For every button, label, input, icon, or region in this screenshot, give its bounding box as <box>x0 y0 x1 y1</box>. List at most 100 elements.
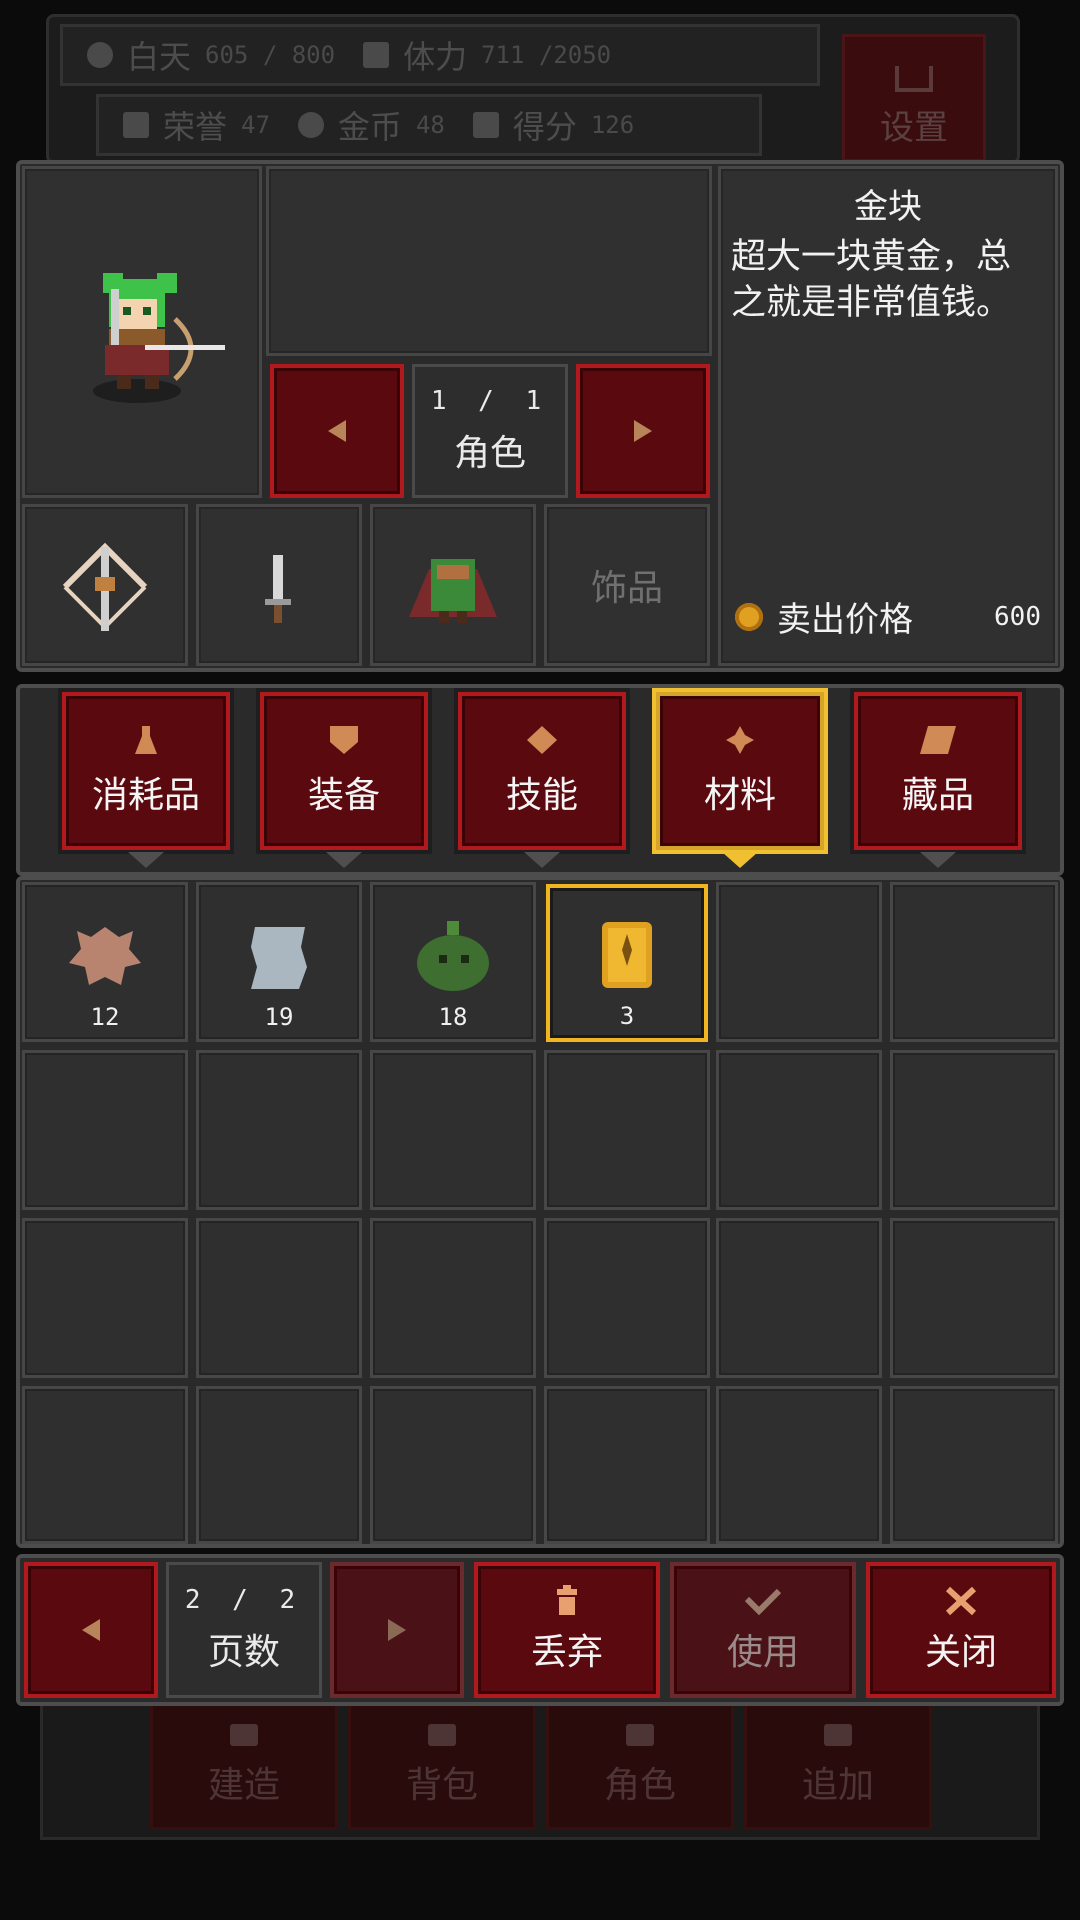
trophy-icon <box>472 112 499 138</box>
character-page-indicator: 1 / 1 角色 <box>412 364 568 498</box>
score-label: 得分 <box>512 108 577 146</box>
tab-indicator-arrow <box>128 852 164 868</box>
inventory-slot-selected[interactable]: 3 <box>546 884 708 1042</box>
bottom-nav-bag[interactable]: 背包 <box>348 1702 536 1830</box>
gold-label: 金币 <box>337 108 402 146</box>
crossbow-icon <box>62 542 148 631</box>
inventory-slot-empty[interactable] <box>890 882 1058 1042</box>
shield-icon <box>330 726 358 754</box>
inventory-slot-empty[interactable] <box>716 882 882 1042</box>
lightning-icon <box>363 42 390 68</box>
tab-collectibles[interactable]: 藏品 <box>854 692 1022 850</box>
page-prev-button[interactable] <box>24 1562 158 1698</box>
inventory-slot-empty[interactable] <box>370 1218 536 1378</box>
shield-icon <box>626 1724 654 1746</box>
inventory-slot-empty[interactable] <box>370 1386 536 1544</box>
inventory-slot-empty[interactable] <box>196 1218 362 1378</box>
settings-button[interactable]: 设置 <box>842 34 986 162</box>
day-stamina-bar: 白天 605 / 800 体力 711 /2050 <box>60 24 820 86</box>
inventory-slot-empty[interactable] <box>196 1386 362 1544</box>
inventory-slot-empty[interactable] <box>22 1218 188 1378</box>
equip-slot-accessory[interactable]: 饰品 <box>544 504 710 666</box>
tab-label: 材料 <box>703 775 776 816</box>
inventory-slot-empty[interactable] <box>22 1386 188 1544</box>
stamina-value: 711 /2050 <box>481 41 612 69</box>
inventory-slot-empty[interactable] <box>716 1386 882 1544</box>
character-page-number: 1 / 1 <box>430 386 550 416</box>
tab-indicator-arrow <box>920 852 956 868</box>
gold-value: 48 <box>415 111 445 139</box>
inventory-slot-empty[interactable] <box>890 1050 1058 1210</box>
item-name: 金块 <box>854 187 922 227</box>
close-icon <box>945 1586 977 1616</box>
day-label: 白天 <box>127 38 192 76</box>
tab-consumables[interactable]: 消耗品 <box>62 692 230 850</box>
gold-nugget-icon <box>602 922 652 988</box>
inventory-slot-empty[interactable] <box>716 1218 882 1378</box>
bag-icon <box>428 1724 456 1746</box>
day-value: 605 / 800 <box>205 41 336 69</box>
accessory-slot-label: 饰品 <box>590 568 663 609</box>
armor-icon <box>409 559 497 623</box>
inventory-slot-empty[interactable] <box>196 1050 362 1210</box>
equip-slot-offhand[interactable] <box>196 504 362 666</box>
inventory-slot-empty[interactable] <box>370 1050 536 1210</box>
item-quantity: 12 <box>90 1003 120 1031</box>
sun-icon <box>87 42 113 68</box>
close-label: 关闭 <box>924 1632 997 1673</box>
use-button[interactable]: 使用 <box>670 1562 856 1698</box>
diamond-icon <box>527 726 557 754</box>
inventory-slot-empty[interactable] <box>890 1218 1058 1378</box>
inventory-slot[interactable]: 18 <box>370 882 536 1042</box>
archer-character-icon <box>93 273 225 403</box>
inventory-slot-empty[interactable] <box>716 1050 882 1210</box>
sell-price-label: 卖出价格 <box>777 600 913 640</box>
plus-icon <box>824 1724 852 1746</box>
inventory-slot-empty[interactable] <box>890 1386 1058 1544</box>
page-next-button[interactable] <box>330 1562 464 1698</box>
discard-label: 丢弃 <box>530 1632 603 1673</box>
inventory-slot[interactable]: 19 <box>196 882 362 1042</box>
settings-icon <box>895 66 933 92</box>
bottom-nav-label: 背包 <box>405 1765 478 1806</box>
cloth-icon <box>251 927 307 989</box>
tab-materials[interactable]: 材料 <box>656 692 824 850</box>
hammer-icon <box>230 1724 258 1746</box>
inventory-slot-empty[interactable] <box>22 1050 188 1210</box>
item-quantity: 19 <box>264 1003 294 1031</box>
arrow-right-icon <box>388 1619 406 1641</box>
close-button[interactable]: 关闭 <box>866 1562 1056 1698</box>
item-quantity: 18 <box>438 1003 468 1031</box>
tab-label: 消耗品 <box>91 775 200 816</box>
tab-indicator-arrow <box>524 852 560 868</box>
arrow-left-icon <box>328 420 346 442</box>
equip-slot-armor[interactable] <box>370 504 536 666</box>
tab-label: 装备 <box>307 775 380 816</box>
page-indicator: 2 / 2 页数 <box>166 1562 322 1698</box>
sell-price-row: 卖出价格 600 <box>735 592 1041 641</box>
page-label: 页数 <box>207 1632 280 1673</box>
inventory-slot-empty[interactable] <box>544 1050 710 1210</box>
use-label: 使用 <box>726 1632 799 1673</box>
character-page-label: 角色 <box>453 433 526 474</box>
bottom-nav-build[interactable]: 建造 <box>150 1702 338 1830</box>
bottom-nav-character[interactable]: 角色 <box>546 1702 734 1830</box>
item-quantity: 3 <box>619 1002 635 1030</box>
character-prev-button[interactable] <box>270 364 404 498</box>
tab-equipment[interactable]: 装备 <box>260 692 428 850</box>
inventory-slot-empty[interactable] <box>544 1386 710 1544</box>
coin-icon <box>735 602 763 631</box>
bottom-nav-add[interactable]: 追加 <box>744 1702 932 1830</box>
coin-icon <box>297 112 324 138</box>
honor-label: 荣誉 <box>163 108 228 146</box>
inventory-slot[interactable]: 12 <box>22 882 188 1042</box>
dagger-icon <box>265 555 291 623</box>
equip-slot-weapon[interactable] <box>22 504 188 666</box>
crown-icon <box>123 112 149 138</box>
green-slime-icon <box>417 921 489 991</box>
character-next-button[interactable] <box>576 364 710 498</box>
inventory-slot-empty[interactable] <box>544 1218 710 1378</box>
tab-skills[interactable]: 技能 <box>458 692 626 850</box>
discard-button[interactable]: 丢弃 <box>474 1562 660 1698</box>
item-detail-panel: 金块 超大一块黄金，总之就是非常值钱。 卖出价格 600 <box>718 166 1058 666</box>
